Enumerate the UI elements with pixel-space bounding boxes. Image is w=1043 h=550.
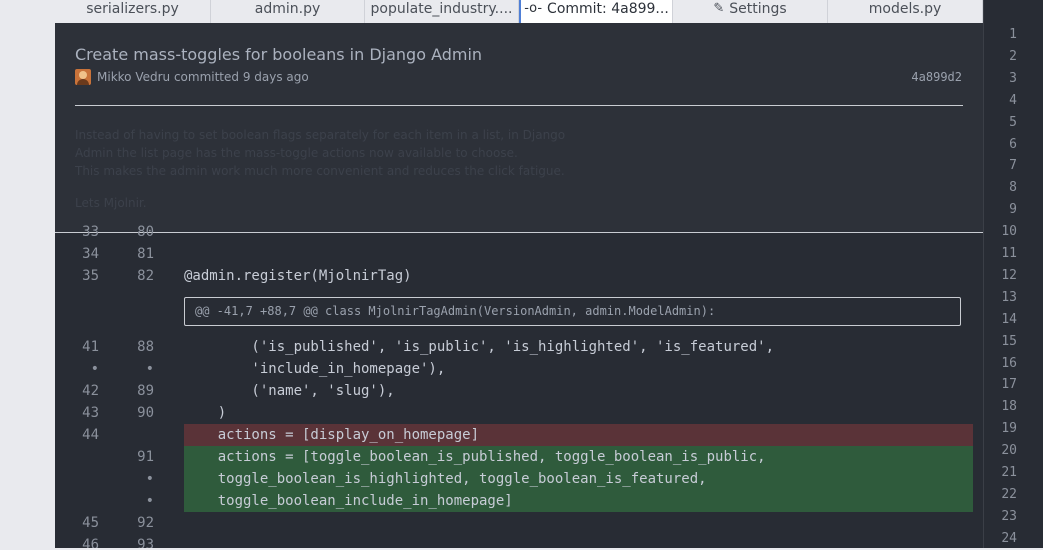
line-number: 1 <box>1009 27 1017 42</box>
old-line-number: • <box>90 361 99 377</box>
diff-added-line: • toggle_boolean_include_in_homepage] <box>55 490 983 512</box>
settings-icon: ✎ <box>713 1 725 16</box>
line-number-gutter: 1 2 3 4 5 6 7 8 9 10 11 12 13 14 15 16 17 18 19 20 21 22 23 24 <box>983 0 1043 548</box>
new-line-number: • <box>145 471 154 487</box>
tab-label: admin.py <box>254 1 321 17</box>
code-text: toggle_boolean_include_in_homepage] <box>184 493 513 509</box>
tab-label: Commit: 4a899... <box>547 1 669 17</box>
old-line-number: 43 <box>82 405 99 421</box>
line-number: 2 <box>1009 48 1017 64</box>
new-line-number: 91 <box>137 449 154 465</box>
line-number: 23 <box>1001 508 1017 524</box>
commit-description-line: Lets Mjolnir. <box>75 196 147 210</box>
line-number: 10 <box>1001 224 1017 240</box>
code-text: ('name', 'slug'), <box>184 383 395 399</box>
line-number: 24 <box>1001 530 1017 546</box>
old-line-number: 41 <box>82 339 99 355</box>
commit-hash[interactable]: 4a899d2 <box>911 69 962 85</box>
new-line-number: • <box>145 493 154 509</box>
tab-models[interactable]: models.py <box>828 0 983 23</box>
commit-description-line: This makes the admin work much more conv… <box>75 164 565 178</box>
diff-context-line: 42 89 ('name', 'slug'), <box>55 380 983 402</box>
new-line-number: 93 <box>137 537 154 548</box>
commit-description-line: Instead of having to set boolean flags s… <box>75 128 566 142</box>
code-text: actions = [display_on_homepage] <box>184 427 480 443</box>
tab-settings[interactable]: ✎ Settings <box>673 0 828 23</box>
commit-description: Instead of having to set boolean flags s… <box>75 126 955 212</box>
line-number: 7 <box>1009 158 1017 174</box>
diff-context-line: 46 93 <box>55 534 983 548</box>
line-number: 16 <box>1001 355 1017 371</box>
code-text: ('is_published', 'is_public', 'is_highli… <box>184 339 775 355</box>
diff-context-line: 35 82 @admin.register(MjolnirTag) <box>55 265 983 287</box>
diff-context-line: 41 88 ('is_published', 'is_public', 'is_h… <box>55 336 983 358</box>
tab-label: models.py <box>868 1 942 17</box>
line-number: 8 <box>1009 180 1017 196</box>
diff-context-line: 34 81 <box>55 243 983 265</box>
line-number: 11 <box>1001 246 1017 261</box>
commit-view: Create mass-toggles for booleans in Djan… <box>55 23 983 548</box>
tab-label: Settings <box>729 1 787 17</box>
old-line-number: 44 <box>82 427 99 443</box>
diff-context-line: 45 92 <box>55 512 983 534</box>
commit-icon: -o- <box>524 1 543 16</box>
activity-gutter <box>0 0 55 548</box>
line-number: 12 <box>1001 267 1017 283</box>
diff-removed-line: 44 actions = [display_on_homepage] <box>55 424 983 446</box>
tab-label: populate_industry.... <box>370 1 513 17</box>
code-text: actions = [toggle_boolean_is_published, … <box>184 449 766 465</box>
diff-added-line: • toggle_boolean_is_highlighted, toggle_… <box>55 468 983 490</box>
code-text: 'include_in_homepage'), <box>184 361 446 377</box>
divider <box>75 105 963 106</box>
commit-title: Create mass-toggles for booleans in Djan… <box>75 45 483 64</box>
tab-serializers[interactable]: serializers.py <box>55 0 211 23</box>
line-number: 17 <box>1001 377 1017 393</box>
line-number: 13 <box>1001 289 1017 305</box>
line-number: 4 <box>1009 92 1017 108</box>
old-line-number: 42 <box>82 383 99 399</box>
new-line-number: 92 <box>137 515 154 531</box>
old-line-number: 33 <box>82 224 99 240</box>
old-line-number: 34 <box>82 246 99 262</box>
tab-populate-industry[interactable]: populate_industry.... <box>365 0 519 23</box>
line-number: 5 <box>1009 114 1017 130</box>
new-line-number: 82 <box>137 268 154 284</box>
tab-admin[interactable]: admin.py <box>211 0 365 23</box>
tab-commit[interactable]: -o- Commit: 4a899... <box>519 0 673 23</box>
line-number: 21 <box>1001 465 1017 480</box>
line-number: 15 <box>1001 333 1017 349</box>
commit-description-line: Admin the list page has the mass-toggle … <box>75 146 518 160</box>
old-line-number: 35 <box>82 268 99 284</box>
new-line-number: 90 <box>137 405 154 421</box>
line-number: 18 <box>1001 399 1017 415</box>
code-text: toggle_boolean_is_highlighted, toggle_bo… <box>184 471 707 487</box>
new-line-number: • <box>145 361 154 377</box>
diff-context-line: • • 'include_in_homepage'), <box>55 358 983 380</box>
new-line-number: 88 <box>137 339 154 355</box>
new-line-number: 81 <box>137 246 154 262</box>
hunk-header[interactable]: @@ -41,7 +88,7 @@ class MjolnirTagAdmin(… <box>184 297 961 326</box>
diff-context-line: 43 90 ) <box>55 402 983 424</box>
new-line-number: 89 <box>137 383 154 399</box>
diff-context-line: 33 80 <box>55 221 983 243</box>
commit-header: Create mass-toggles for booleans in Djan… <box>55 23 983 233</box>
code-text: ) <box>184 405 227 421</box>
tab-bar: serializers.py admin.py populate_industr… <box>55 0 983 23</box>
line-number: 20 <box>1001 443 1017 459</box>
line-number: 19 <box>1001 421 1017 437</box>
commit-author-meta: Mikko Vedru committed 9 days ago <box>97 70 309 84</box>
line-number: 9 <box>1009 202 1017 218</box>
new-line-number: 80 <box>137 224 154 240</box>
line-number: 22 <box>1001 486 1017 502</box>
line-number: 14 <box>1001 311 1017 327</box>
avatar <box>75 69 91 85</box>
old-line-number: 46 <box>82 537 99 548</box>
tab-label: serializers.py <box>86 1 179 17</box>
diff-added-line: 91 actions = [toggle_boolean_is_publishe… <box>55 446 983 468</box>
code-text: @admin.register(MjolnirTag) <box>184 268 412 284</box>
line-number: 3 <box>1009 70 1017 86</box>
old-line-number: 45 <box>82 515 99 531</box>
line-number: 6 <box>1009 136 1017 152</box>
